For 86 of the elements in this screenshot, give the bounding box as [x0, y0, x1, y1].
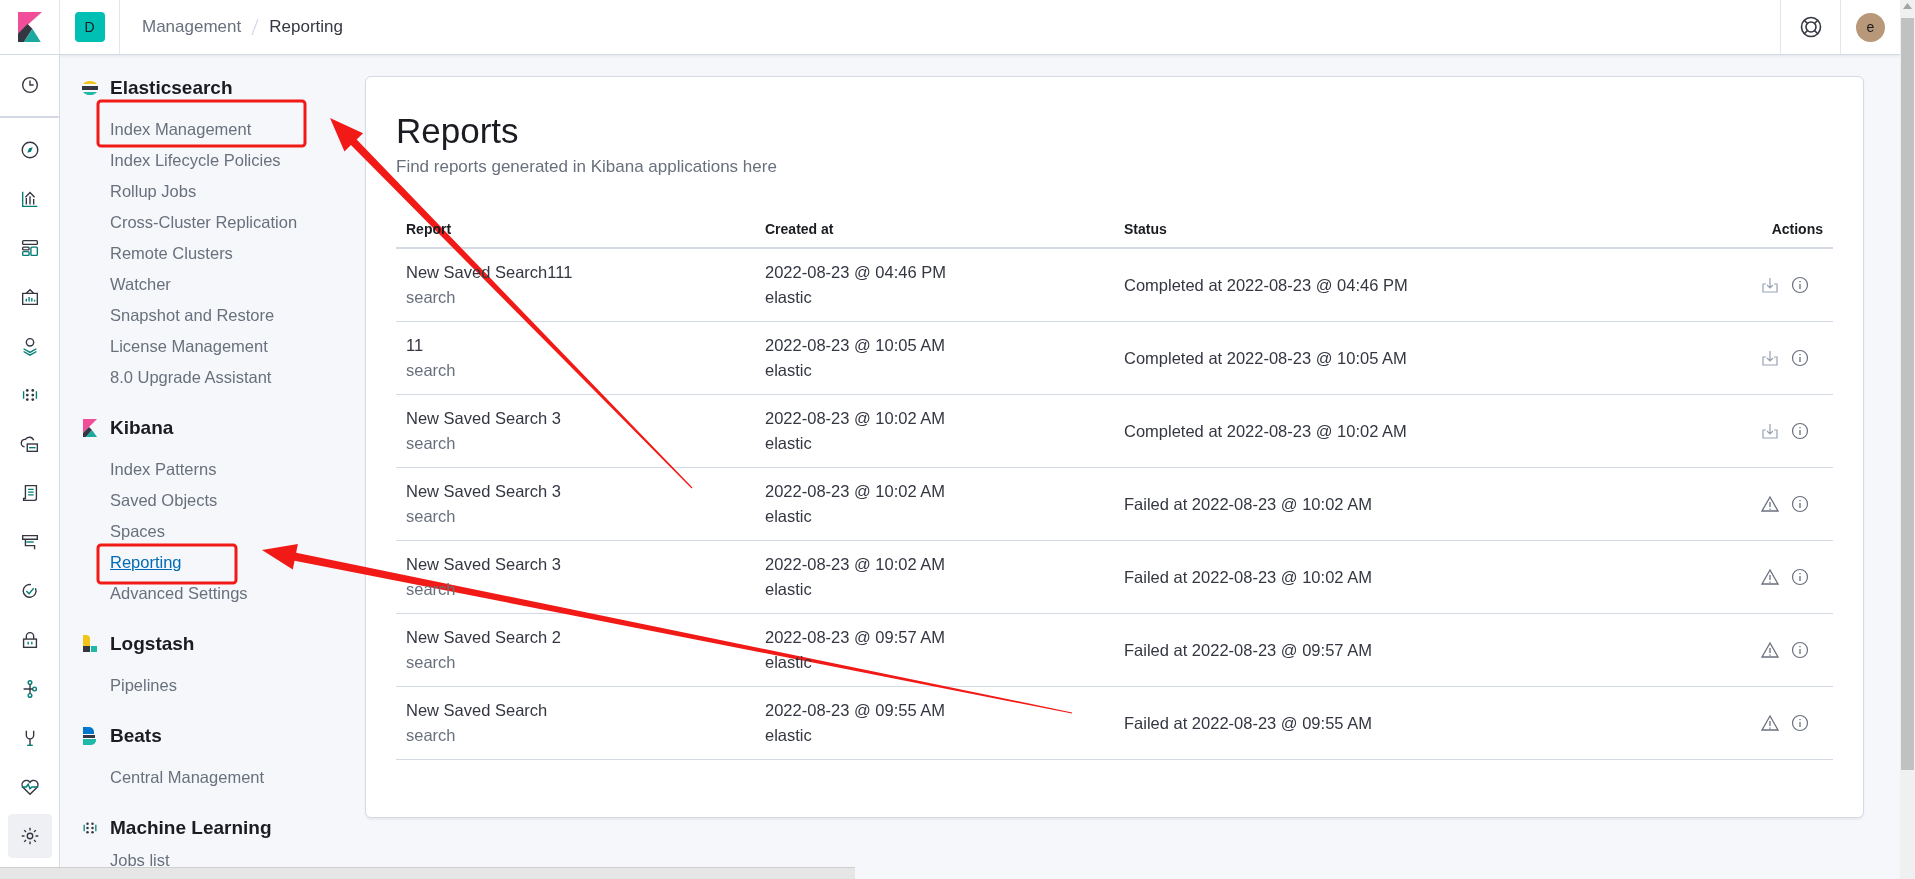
- created-date: 2022-08-23 @ 10:02 AM: [765, 554, 947, 575]
- download-icon[interactable]: [1761, 349, 1779, 367]
- info-icon[interactable]: [1791, 276, 1809, 294]
- report-name: New Saved Search 3: [406, 481, 562, 502]
- info-icon[interactable]: [1791, 714, 1809, 732]
- created-user: elastic: [765, 579, 813, 600]
- sidebar-link[interactable]: Index Management: [110, 114, 252, 145]
- section-title: Beats: [110, 725, 162, 747]
- info-icon[interactable]: [1791, 641, 1809, 659]
- sidebar-link[interactable]: License Management: [110, 331, 268, 362]
- created-user: elastic: [765, 725, 813, 746]
- created-user: elastic: [765, 287, 813, 308]
- warning-icon[interactable]: [1761, 568, 1779, 586]
- sidebar-link[interactable]: Advanced Settings: [110, 578, 248, 609]
- sidebar-link[interactable]: Snapshot and Restore: [110, 300, 275, 331]
- download-icon[interactable]: [1761, 422, 1779, 440]
- created-user: elastic: [765, 506, 813, 527]
- scrollbar[interactable]: [1900, 0, 1915, 879]
- kibana-logo-icon: [80, 418, 100, 438]
- gear-icon[interactable]: [7, 814, 52, 858]
- created-date: 2022-08-23 @ 10:05 AM: [765, 335, 947, 356]
- kibana-logo-icon[interactable]: [17, 12, 42, 42]
- report-name: New Saved Search 3: [406, 554, 562, 575]
- report-name: New Saved Search: [406, 700, 549, 721]
- elasticsearch-logo-icon: [80, 78, 100, 98]
- sidebar-link[interactable]: Jobs list: [110, 847, 170, 873]
- sidebar-link[interactable]: Reporting: [110, 547, 182, 578]
- created-date: 2022-08-23 @ 04:46 PM: [765, 262, 947, 283]
- info-icon[interactable]: [1791, 422, 1809, 440]
- section-title: Machine Learning: [110, 817, 272, 839]
- created-date: 2022-08-23 @ 10:02 AM: [765, 481, 947, 502]
- column-header: Created at: [765, 221, 834, 237]
- status-text: Failed at 2022-08-23 @ 10:02 AM: [1124, 566, 1373, 588]
- page-title: Reports: [396, 111, 520, 151]
- breadcrumb: Reporting: [269, 17, 343, 37]
- warning-icon[interactable]: [1761, 641, 1779, 659]
- status-text: Failed at 2022-08-23 @ 09:55 AM: [1124, 712, 1373, 734]
- created-date: 2022-08-23 @ 09:55 AM: [765, 700, 947, 721]
- info-icon[interactable]: [1791, 495, 1809, 513]
- status-text: Completed at 2022-08-23 @ 10:05 AM: [1124, 347, 1408, 369]
- sidebar-link[interactable]: Saved Objects: [110, 485, 218, 516]
- logstash-logo-icon: [80, 634, 100, 654]
- created-date: 2022-08-23 @ 09:57 AM: [765, 627, 947, 648]
- report-name: 11: [406, 335, 425, 356]
- status-text: Completed at 2022-08-23 @ 04:46 PM: [1124, 274, 1409, 296]
- section-title: Logstash: [110, 633, 195, 655]
- report-type: search: [406, 725, 457, 746]
- sidebar-link[interactable]: Pipelines: [110, 670, 177, 701]
- space-badge[interactable]: D: [74, 12, 105, 42]
- created-user: elastic: [765, 433, 813, 454]
- created-date: 2022-08-23 @ 10:02 AM: [765, 408, 947, 429]
- sidebar-link[interactable]: Watcher: [110, 269, 171, 300]
- report-name: New Saved Search 3: [406, 408, 562, 429]
- report-type: search: [406, 287, 457, 308]
- sidebar-link[interactable]: Rollup Jobs: [110, 176, 197, 207]
- warning-icon[interactable]: [1761, 714, 1779, 732]
- section-title: Elasticsearch: [110, 77, 233, 99]
- report-type: search: [406, 506, 457, 527]
- user-avatar[interactable]: e: [1856, 12, 1885, 42]
- warning-icon[interactable]: [1761, 495, 1779, 513]
- sidebar-link[interactable]: Index Lifecycle Policies: [110, 145, 281, 176]
- sidebar-link[interactable]: Cross-Cluster Replication: [110, 207, 298, 238]
- report-name: New Saved Search 2: [406, 627, 562, 648]
- info-icon[interactable]: [1791, 568, 1809, 586]
- status-text: Completed at 2022-08-23 @ 10:02 AM: [1124, 420, 1408, 442]
- report-type: search: [406, 652, 457, 673]
- sidebar-link[interactable]: Index Patterns: [110, 454, 217, 485]
- created-user: elastic: [765, 652, 813, 673]
- sidebar-link[interactable]: Remote Clusters: [110, 238, 233, 269]
- download-icon[interactable]: [1761, 276, 1779, 294]
- sidebar-link[interactable]: Central Management: [110, 762, 265, 793]
- report-type: search: [406, 433, 457, 454]
- sidebar-link[interactable]: 8.0 Upgrade Assistant: [110, 362, 272, 393]
- lifebuoy-icon[interactable]: [1799, 16, 1822, 38]
- page-subtitle: Find reports generated in Kibana applications here: [396, 157, 778, 177]
- sidebar-link[interactable]: Spaces: [110, 516, 166, 547]
- report-type: search: [406, 360, 457, 381]
- breadcrumb-separator-icon: [251, 18, 260, 36]
- column-header: Actions: [1771, 221, 1823, 237]
- breadcrumb[interactable]: Management: [142, 17, 242, 37]
- column-header: Status: [1124, 221, 1167, 237]
- status-text: Failed at 2022-08-23 @ 09:57 AM: [1124, 639, 1373, 661]
- created-user: elastic: [765, 360, 813, 381]
- info-icon[interactable]: [1791, 349, 1809, 367]
- status-text: Failed at 2022-08-23 @ 10:02 AM: [1124, 493, 1373, 515]
- section-title: Kibana: [110, 417, 174, 439]
